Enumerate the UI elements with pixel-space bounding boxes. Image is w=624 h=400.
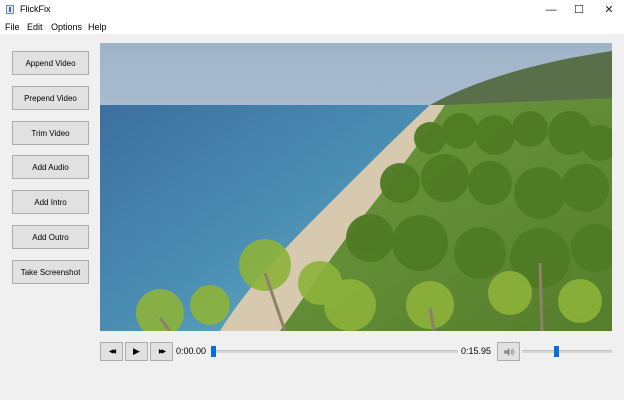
close-button[interactable]: ✕ bbox=[594, 0, 624, 20]
speaker-icon bbox=[503, 347, 514, 356]
trim-video-button[interactable]: Trim Video bbox=[12, 121, 89, 145]
fast-forward-button[interactable]: ▶▶ bbox=[150, 342, 173, 361]
maximize-button[interactable]: ☐ bbox=[564, 0, 594, 20]
add-intro-button[interactable]: Add Intro bbox=[12, 190, 89, 214]
menu-edit[interactable]: Edit bbox=[27, 22, 43, 32]
window-title: FlickFix bbox=[20, 4, 51, 14]
menu-file[interactable]: File bbox=[5, 22, 20, 32]
add-outro-button[interactable]: Add Outro bbox=[12, 225, 89, 249]
play-icon: ▶ bbox=[133, 346, 140, 356]
minimize-button[interactable]: — bbox=[536, 0, 566, 20]
video-frame[interactable] bbox=[100, 43, 612, 331]
rewind-button[interactable]: ◀◀ bbox=[100, 342, 123, 361]
fast-forward-icon: ▶▶ bbox=[158, 349, 166, 355]
total-time: 0:15.95 bbox=[461, 346, 492, 356]
video-image bbox=[100, 43, 612, 331]
menu-help[interactable]: Help bbox=[88, 22, 107, 32]
rewind-icon: ◀◀ bbox=[108, 349, 116, 355]
title-bar: FlickFix — ☐ ✕ bbox=[0, 0, 624, 21]
menu-bar: File Edit Options Help bbox=[0, 20, 624, 34]
app-icon bbox=[6, 5, 14, 14]
volume-slider-thumb[interactable] bbox=[554, 346, 560, 357]
play-button[interactable]: ▶ bbox=[125, 342, 148, 361]
volume-slider-track[interactable] bbox=[522, 350, 612, 353]
add-audio-button[interactable]: Add Audio bbox=[12, 155, 89, 179]
seek-slider-thumb[interactable] bbox=[211, 346, 216, 357]
current-time: 0:00.00 bbox=[176, 346, 207, 356]
mute-button[interactable] bbox=[497, 342, 520, 361]
take-screenshot-button[interactable]: Take Screenshot bbox=[12, 260, 89, 284]
menu-options[interactable]: Options bbox=[51, 22, 82, 32]
seek-slider-track[interactable] bbox=[211, 350, 458, 353]
append-video-button[interactable]: Append Video bbox=[12, 51, 89, 75]
prepend-video-button[interactable]: Prepend Video bbox=[12, 86, 89, 110]
